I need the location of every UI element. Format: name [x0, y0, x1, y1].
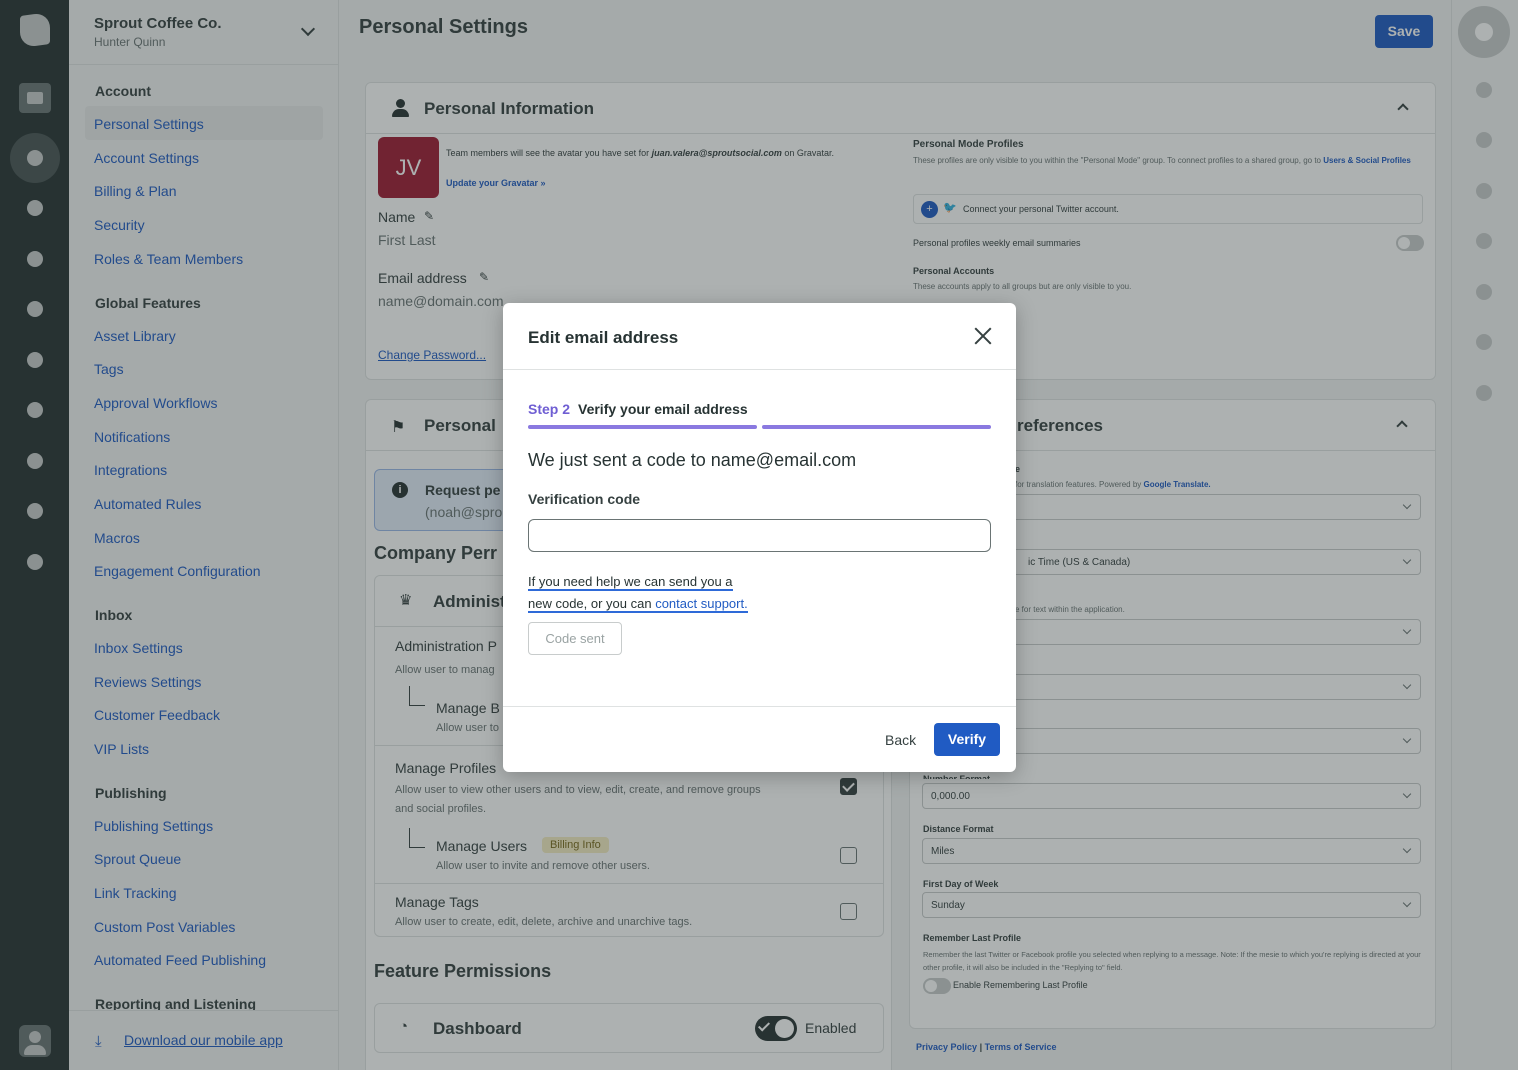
verification-code-input[interactable]	[528, 519, 991, 552]
step-number: Step 2	[528, 401, 571, 417]
step-1-progress	[528, 425, 757, 429]
close-icon[interactable]	[972, 325, 994, 347]
code-sent-message: We just sent a code to name@email.com	[528, 450, 857, 470]
modal-title: Edit email address	[528, 328, 679, 347]
divider	[503, 369, 1016, 370]
divider	[503, 706, 1016, 707]
edit-email-modal: Edit email address Step 2 Verify your em…	[503, 303, 1016, 772]
back-button[interactable]: Back	[885, 732, 916, 748]
help-text: If you need help we can send you a new co…	[528, 574, 748, 613]
code-sent-button[interactable]: Code sent	[528, 622, 622, 655]
step-2-progress	[762, 425, 991, 429]
verify-button[interactable]: Verify	[934, 723, 1000, 756]
step-title: Verify your email address	[578, 401, 748, 417]
verification-code-label: Verification code	[528, 491, 641, 507]
contact-support-link[interactable]: contact support.	[655, 596, 748, 613]
